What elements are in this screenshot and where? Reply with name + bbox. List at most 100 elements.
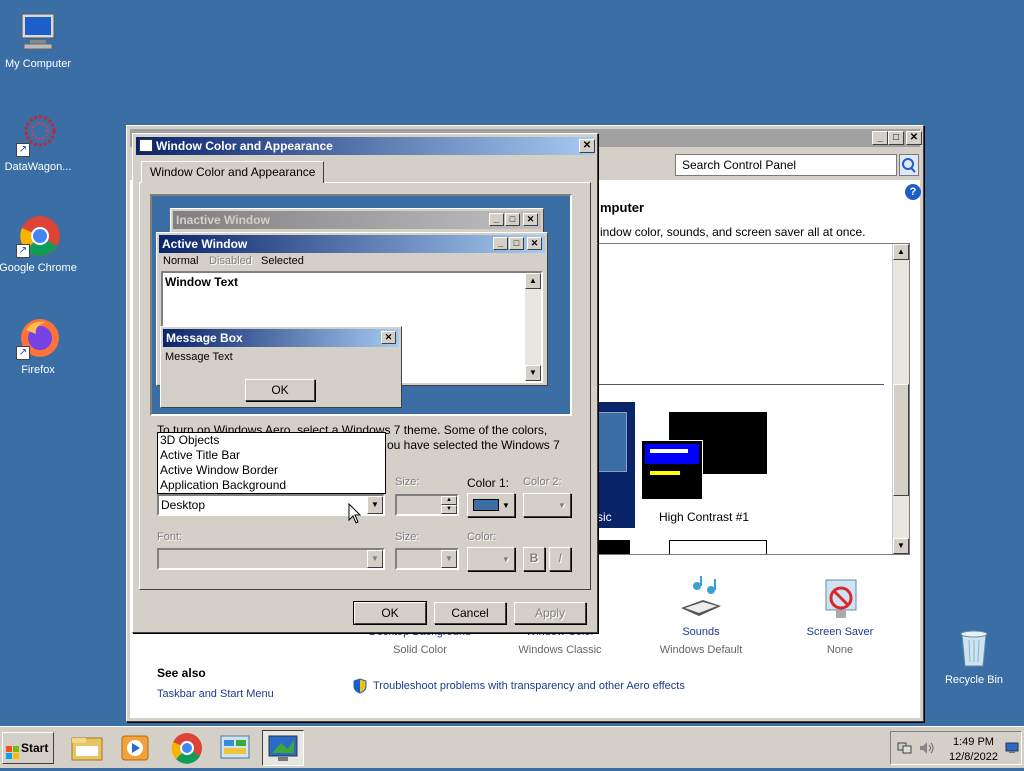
theme-list-scrollbar[interactable]: ▲ ▼ — [892, 244, 909, 554]
clock-time[interactable]: 1:49 PM — [953, 736, 994, 748]
preview-maximize-icon: □ — [509, 237, 524, 250]
display-taskbar-icon[interactable] — [262, 730, 304, 766]
preview-message-ok: OK — [245, 379, 315, 401]
appearance-preview: Inactive Window _ □ ✕ Active Window _ □ … — [150, 194, 572, 416]
preview-message-close-icon: ✕ — [381, 331, 396, 344]
firefox-icon: ↗ — [16, 316, 60, 360]
item-select-value: Desktop — [161, 498, 206, 512]
item-option[interactable]: 3D Objects — [160, 433, 385, 448]
cancel-button[interactable]: Cancel — [434, 602, 506, 624]
item-option[interactable]: Application Background — [160, 478, 385, 493]
chevron-down-icon[interactable]: ▼ — [367, 496, 383, 514]
desktop-icon-my-computer[interactable]: My Computer — [0, 10, 78, 70]
windows-logo-icon — [6, 741, 20, 759]
spinner-icon: ▲ — [441, 496, 457, 505]
mouse-cursor-icon — [348, 502, 362, 528]
ok-button[interactable]: OK — [353, 601, 427, 625]
show-desktop-icon[interactable] — [1005, 742, 1019, 754]
theme-classic-label: sic — [597, 510, 612, 524]
font-label: Font: — [157, 531, 183, 543]
item-option[interactable]: Active Window Border — [160, 463, 385, 478]
troubleshoot-link[interactable]: Troubleshoot problems with transparency … — [373, 680, 685, 692]
scroll-down-button[interactable]: ▼ — [893, 538, 909, 554]
shortcut-arrow-icon: ↗ — [16, 244, 30, 258]
desktop-icon-label: Google Chrome — [0, 262, 77, 274]
control-panel-taskbar-icon[interactable] — [214, 730, 256, 766]
scroll-up-button[interactable]: ▲ — [893, 244, 909, 260]
dialog-title: Window Color and Appearance — [156, 139, 333, 153]
color2-picker: ▼ — [523, 493, 571, 517]
desktop-icon-label: Recycle Bin — [944, 674, 1004, 686]
search-icon[interactable] — [899, 154, 919, 176]
sounds-label: Sounds — [682, 626, 720, 638]
sounds-item[interactable]: Sounds Windows Default — [641, 576, 761, 656]
dialog-close-button[interactable]: ✕ — [579, 139, 595, 153]
datawagon-icon: ↗ — [16, 113, 60, 157]
window-color-value: Windows Classic — [518, 644, 602, 656]
size-label: Size: — [395, 476, 420, 488]
preview-message-box: Message Box ✕ Message Text OK — [160, 326, 402, 408]
taskbar-start-menu-link[interactable]: Taskbar and Start Menu — [157, 688, 274, 700]
theme-name-label: High Contrast #1 — [659, 510, 750, 524]
network-icon[interactable] — [897, 741, 913, 755]
dialog-titlebar[interactable]: Window Color and Appearance — [136, 137, 594, 155]
desktop-icon-firefox[interactable]: ↗ Firefox — [0, 316, 78, 376]
help-icon[interactable]: ? — [905, 184, 921, 200]
volume-icon[interactable] — [919, 741, 935, 755]
preview-message-text: Message Text — [165, 351, 233, 363]
item-option[interactable]: Active Title Bar — [160, 448, 385, 463]
start-button[interactable]: Start — [2, 732, 54, 764]
color2-label: Color 2: — [523, 476, 562, 488]
window-color-dialog[interactable]: Window Color and Appearance ✕ Window Col… — [132, 133, 598, 633]
preview-scroll-up-icon: ▲ — [525, 273, 541, 289]
screen-saver-icon — [816, 576, 864, 622]
minimize-button[interactable]: _ — [872, 131, 888, 145]
sounds-icon — [677, 576, 725, 622]
screen-saver-value: None — [826, 644, 854, 656]
font-color-label: Color: — [467, 531, 497, 543]
italic-button: I — [549, 547, 571, 571]
clock-date[interactable]: 12/8/2022 — [949, 751, 998, 763]
color1-picker[interactable]: ▼ — [467, 493, 515, 517]
search-input[interactable]: Search Control Panel — [675, 154, 897, 176]
explorer-taskbar-icon[interactable] — [66, 730, 108, 766]
sounds-value: Windows Default — [659, 644, 743, 656]
apply-button: Apply — [514, 602, 586, 624]
desktop-icon-chrome[interactable]: ↗ Google Chrome — [0, 214, 78, 274]
media-player-taskbar-icon[interactable] — [114, 730, 156, 766]
bold-button: B — [523, 547, 545, 571]
preview-menu-normal: Normal — [163, 255, 199, 267]
spinner-icon: ▼ — [441, 505, 457, 514]
font-color-picker: ▼ — [467, 547, 515, 571]
theme-high-contrast-thumbnail[interactable] — [641, 412, 767, 502]
preview-scroll-down-icon: ▼ — [525, 365, 541, 381]
screen-saver-item[interactable]: Screen Saver None — [780, 576, 900, 656]
desktop-background-value: Solid Color — [393, 644, 447, 656]
system-tray: 1:49 PM 12/8/2022 — [890, 731, 1022, 765]
desktop-icon-label: My Computer — [4, 58, 72, 70]
computer-icon — [16, 10, 60, 54]
chevron-down-icon: ▼ — [367, 550, 383, 568]
item-size-spinner: ▲ ▼ — [395, 494, 459, 516]
tab-window-color[interactable]: Window Color and Appearance — [141, 161, 325, 183]
shield-icon — [353, 678, 367, 694]
preview-menu-disabled: Disabled — [209, 255, 252, 267]
see-also-heading: See also — [157, 666, 206, 680]
taskbar: Start 1:49 PM 12/8/2022 — [0, 726, 1024, 768]
shortcut-arrow-icon: ↗ — [16, 346, 30, 360]
scroll-thumb[interactable] — [893, 384, 909, 496]
desktop-icon-datawagon[interactable]: ↗ DataWagon... — [0, 113, 78, 173]
preview-close-icon: ✕ — [523, 213, 538, 226]
desktop-icon-label: DataWagon... — [4, 161, 72, 173]
item-dropdown-list[interactable]: 3D Objects Active Title Bar Active Windo… — [157, 432, 386, 494]
color1-swatch — [473, 499, 499, 511]
maximize-button[interactable]: □ — [888, 131, 904, 145]
chevron-down-icon: ▼ — [502, 555, 510, 564]
desktop-icon-recycle-bin[interactable]: Recycle Bin — [934, 626, 1014, 686]
preview-window-text: Window Text — [165, 275, 238, 289]
chrome-taskbar-icon[interactable] — [166, 730, 208, 766]
close-button[interactable]: ✕ — [906, 131, 922, 145]
preview-inactive-title: Inactive Window — [173, 211, 541, 229]
preview-minimize-icon: _ — [489, 213, 504, 226]
preview-minimize-icon: _ — [493, 237, 508, 250]
